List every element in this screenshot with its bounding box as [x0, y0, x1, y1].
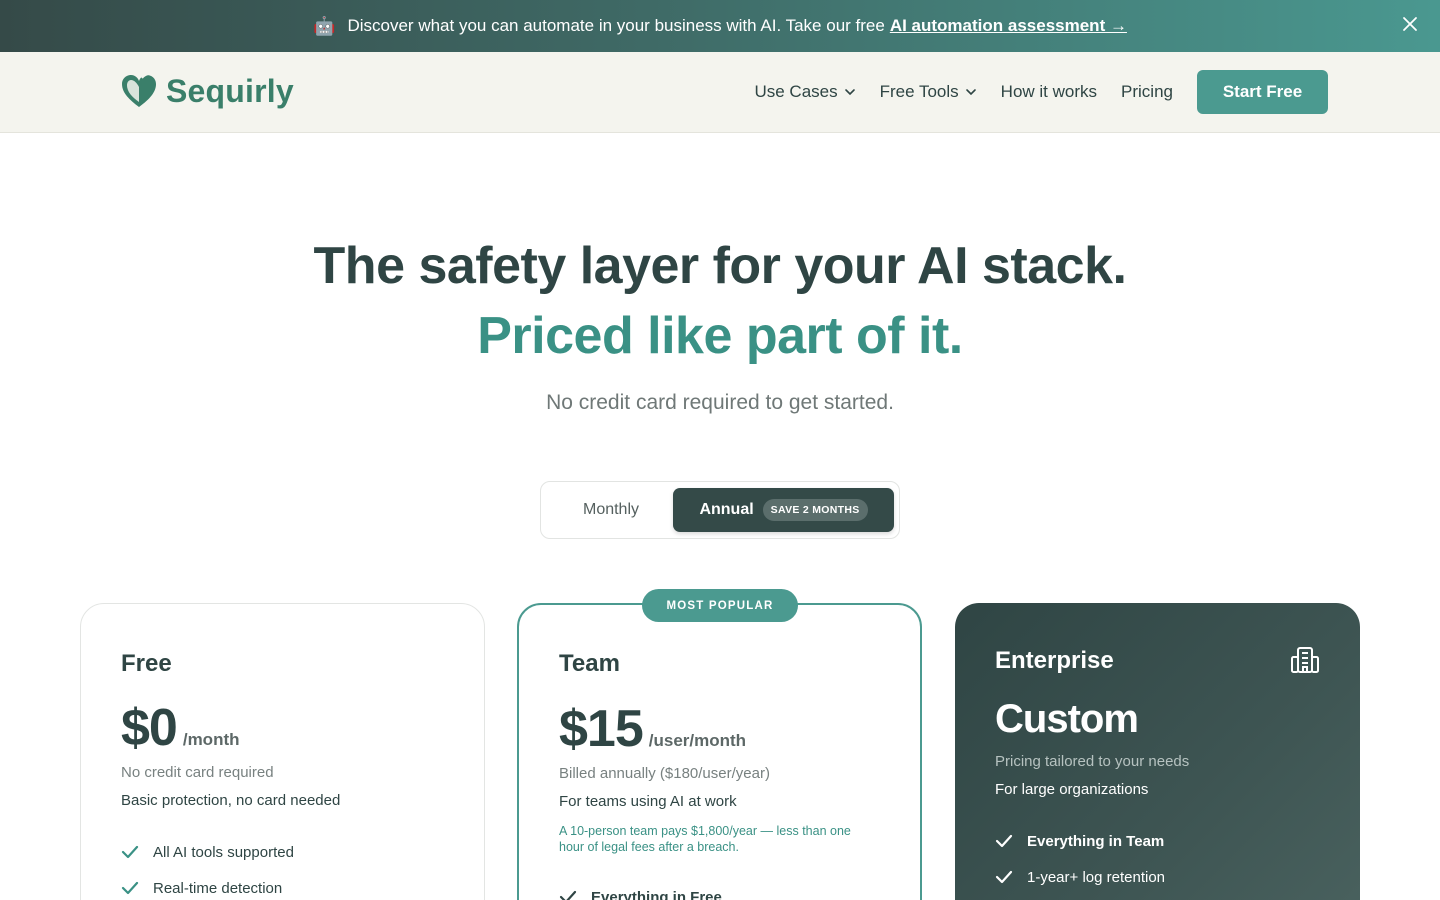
check-icon	[995, 834, 1013, 848]
monthly-toggle-option[interactable]: Monthly	[549, 488, 673, 532]
check-icon	[121, 881, 139, 895]
feature-label: Real-time detection	[153, 879, 283, 897]
plan-card-enterprise: Enterprise Custom Pricing tailored to yo…	[955, 603, 1360, 900]
logo[interactable]: Sequirly	[120, 72, 294, 110]
feature-label: All AI tools supported	[153, 843, 294, 861]
plan-price: $0	[121, 699, 178, 757]
plan-name: Team	[559, 650, 620, 677]
plan-note: A 10-person team pays $1,800/year — less…	[559, 824, 851, 854]
plan-description: For teams using AI at work	[559, 793, 737, 810]
hero-title: The safety layer for your AI stack.	[313, 237, 1127, 295]
plan-description: Basic protection, no card needed	[121, 792, 341, 809]
plan-subtext: Pricing tailored to your needs	[995, 753, 1190, 770]
chevron-down-icon	[965, 89, 976, 96]
check-icon	[121, 845, 139, 859]
check-icon	[995, 870, 1013, 884]
robot-icon: 🤖	[313, 15, 336, 36]
plan-price: $15	[559, 700, 644, 758]
nav-use-cases[interactable]: Use Cases	[754, 82, 855, 102]
annual-toggle-option[interactable]: Annual SAVE 2 MONTHS	[673, 488, 894, 532]
check-icon	[559, 890, 577, 900]
banner-text: Discover what you can automate in your b…	[347, 16, 885, 35]
assessment-link[interactable]: AI automation assessment →	[890, 16, 1127, 36]
start-free-button[interactable]: Start Free	[1197, 70, 1328, 114]
feature-list: All AI tools supported Real-time detecti…	[121, 834, 294, 900]
feature-label: Everything in Free	[591, 888, 722, 900]
feature-list: Everything in Free	[559, 879, 722, 900]
feature-item: All AI tools supported	[121, 834, 294, 870]
logo-text: Sequirly	[166, 72, 294, 109]
plan-name: Free	[121, 650, 172, 677]
building-icon	[1291, 647, 1319, 673]
plan-name: Enterprise	[995, 647, 1114, 674]
price-period: /month	[182, 730, 240, 749]
hero-note: No credit card required to get started.	[546, 391, 894, 414]
billing-toggle: Monthly Annual SAVE 2 MONTHS	[540, 481, 900, 539]
price-row: $0 /month	[121, 698, 240, 758]
nav-free-tools[interactable]: Free Tools	[880, 82, 977, 102]
promo-banner: 🤖 Discover what you can automate in your…	[0, 0, 1440, 52]
top-navigation: Sequirly Use Cases Free Tools How it wor…	[0, 52, 1440, 133]
feature-label: 1-year+ log retention	[1027, 868, 1166, 886]
nav-use-cases-label: Use Cases	[754, 82, 838, 101]
nav-how-it-works[interactable]: How it works	[1001, 82, 1097, 102]
logo-heart-icon	[122, 73, 156, 107]
nav-menu: Use Cases Free Tools How it works Pricin…	[754, 70, 1328, 114]
plan-card-team: Team $15 /user/month Billed annually ($1…	[517, 603, 922, 900]
plan-card-free: Free $0 /month No credit card required B…	[80, 603, 485, 900]
plan-price: Custom	[995, 697, 1139, 741]
save-badge: SAVE 2 MONTHS	[762, 499, 868, 521]
plan-subtext: No credit card required	[121, 764, 274, 781]
plan-description: For large organizations	[995, 781, 1149, 798]
nav-free-tools-label: Free Tools	[879, 82, 959, 101]
close-icon[interactable]	[1400, 14, 1420, 34]
price-row: $15 /user/month	[559, 699, 746, 759]
plan-subtext: Billed annually ($180/user/year)	[559, 765, 770, 782]
feature-item: Everything in Free	[559, 879, 722, 900]
chevron-down-icon	[844, 89, 855, 96]
price-period: /user/month	[648, 731, 747, 750]
hero-subtitle: Priced like part of it.	[477, 307, 963, 365]
feature-label: Everything in Team	[1027, 832, 1165, 850]
feature-item: 1-year+ log retention	[995, 859, 1165, 895]
feature-list: Everything in Team 1-year+ log retention	[995, 823, 1165, 895]
nav-pricing[interactable]: Pricing	[1121, 82, 1173, 102]
price-row: Custom	[995, 697, 1139, 742]
feature-item: Everything in Team	[995, 823, 1165, 859]
annual-label: Annual	[699, 501, 754, 518]
most-popular-badge: MOST POPULAR	[642, 589, 798, 622]
feature-item: Real-time detection	[121, 870, 294, 900]
